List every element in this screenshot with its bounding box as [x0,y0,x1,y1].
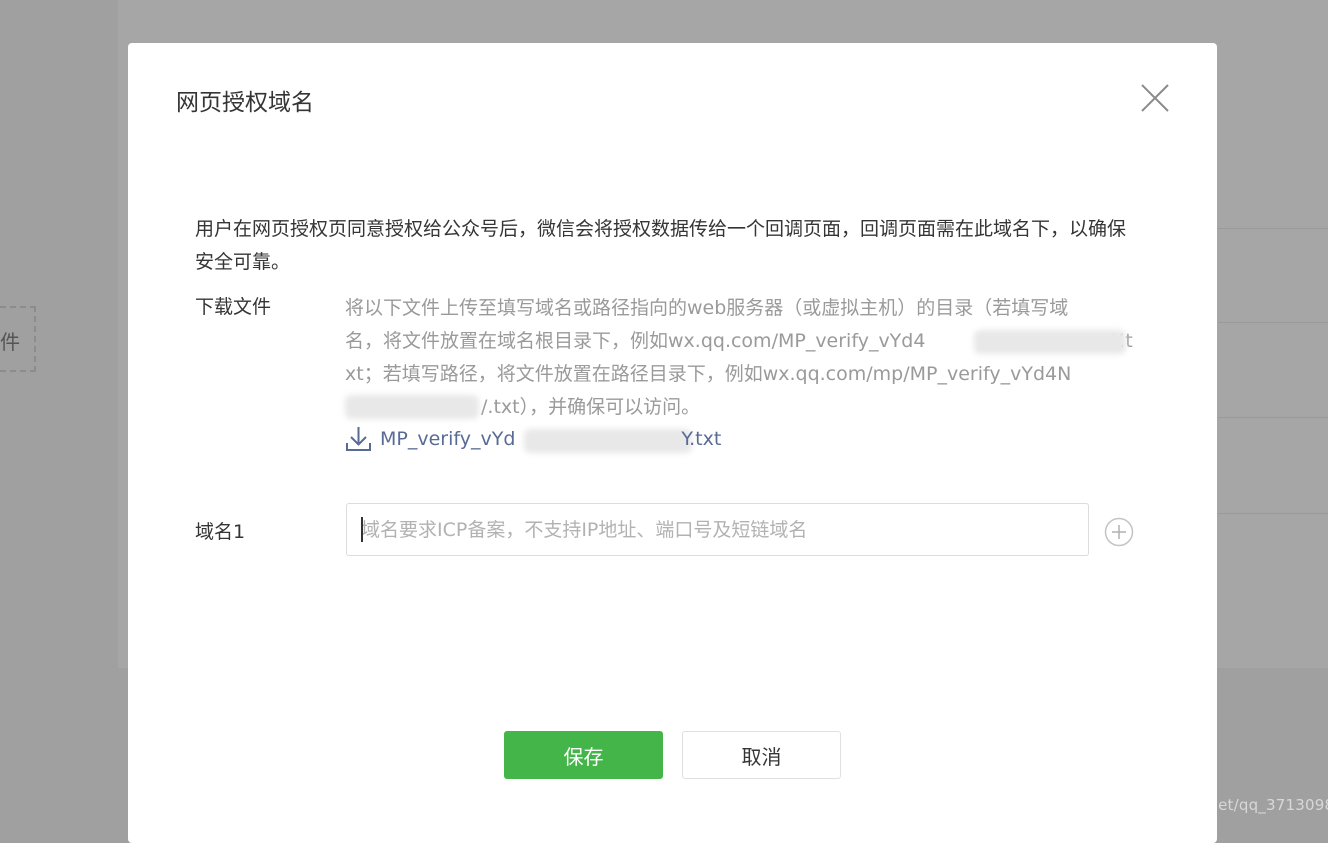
background-upload-text: 件 [0,330,20,354]
intro-text: 用户在网页授权页同意授权给公众号后，微信会将授权数据传给一个回调页面，回调页面需… [195,218,1127,273]
description-line-text: 名，将文件放置在域名根目录下，例如wx.qq.com/MP_verify_vYd… [345,330,926,352]
text-caret [361,517,363,542]
domain-dialog: 网页授权域名 用户在网页授权页同意授权给公众号后，微信会将授权数据传给一个回调页… [128,43,1217,843]
background-divider [1218,228,1328,229]
background-divider [1218,322,1328,323]
background-divider [1218,513,1328,514]
save-button[interactable]: 保存 [504,731,663,779]
description-line: xt；若填写路径，将文件放置在路径目录下，例如wx.qq.com/mp/MP_v… [345,363,1072,385]
download-icon [346,427,371,451]
close-icon [1141,84,1169,112]
background-divider [1218,417,1328,418]
redaction-blur [974,330,1126,354]
file-name-end: Y.txt [681,428,722,450]
download-file-link[interactable]: MP_verify_vYd Y.txt [345,425,721,453]
download-label: 下载文件 [195,296,272,318]
description-line-text: /.txt），并确保可以访问。 [481,396,701,418]
domain-input[interactable] [346,503,1089,556]
dialog-title: 网页授权域名 [176,90,314,116]
add-domain-button[interactable] [1104,517,1134,547]
domain-label: 域名1 [195,521,246,543]
close-button[interactable] [1138,81,1172,115]
file-name-start: MP_verify_vYd [380,428,516,450]
download-file-name: MP_verify_vYd Y.txt [380,428,721,450]
redaction-blur [345,395,479,419]
description-line: 将以下文件上传至填写域名或路径指向的web服务器（或虚拟主机）的目录（若填写域 [345,297,1069,319]
cancel-button[interactable]: 取消 [682,731,841,779]
plus-circle-icon [1104,517,1134,547]
